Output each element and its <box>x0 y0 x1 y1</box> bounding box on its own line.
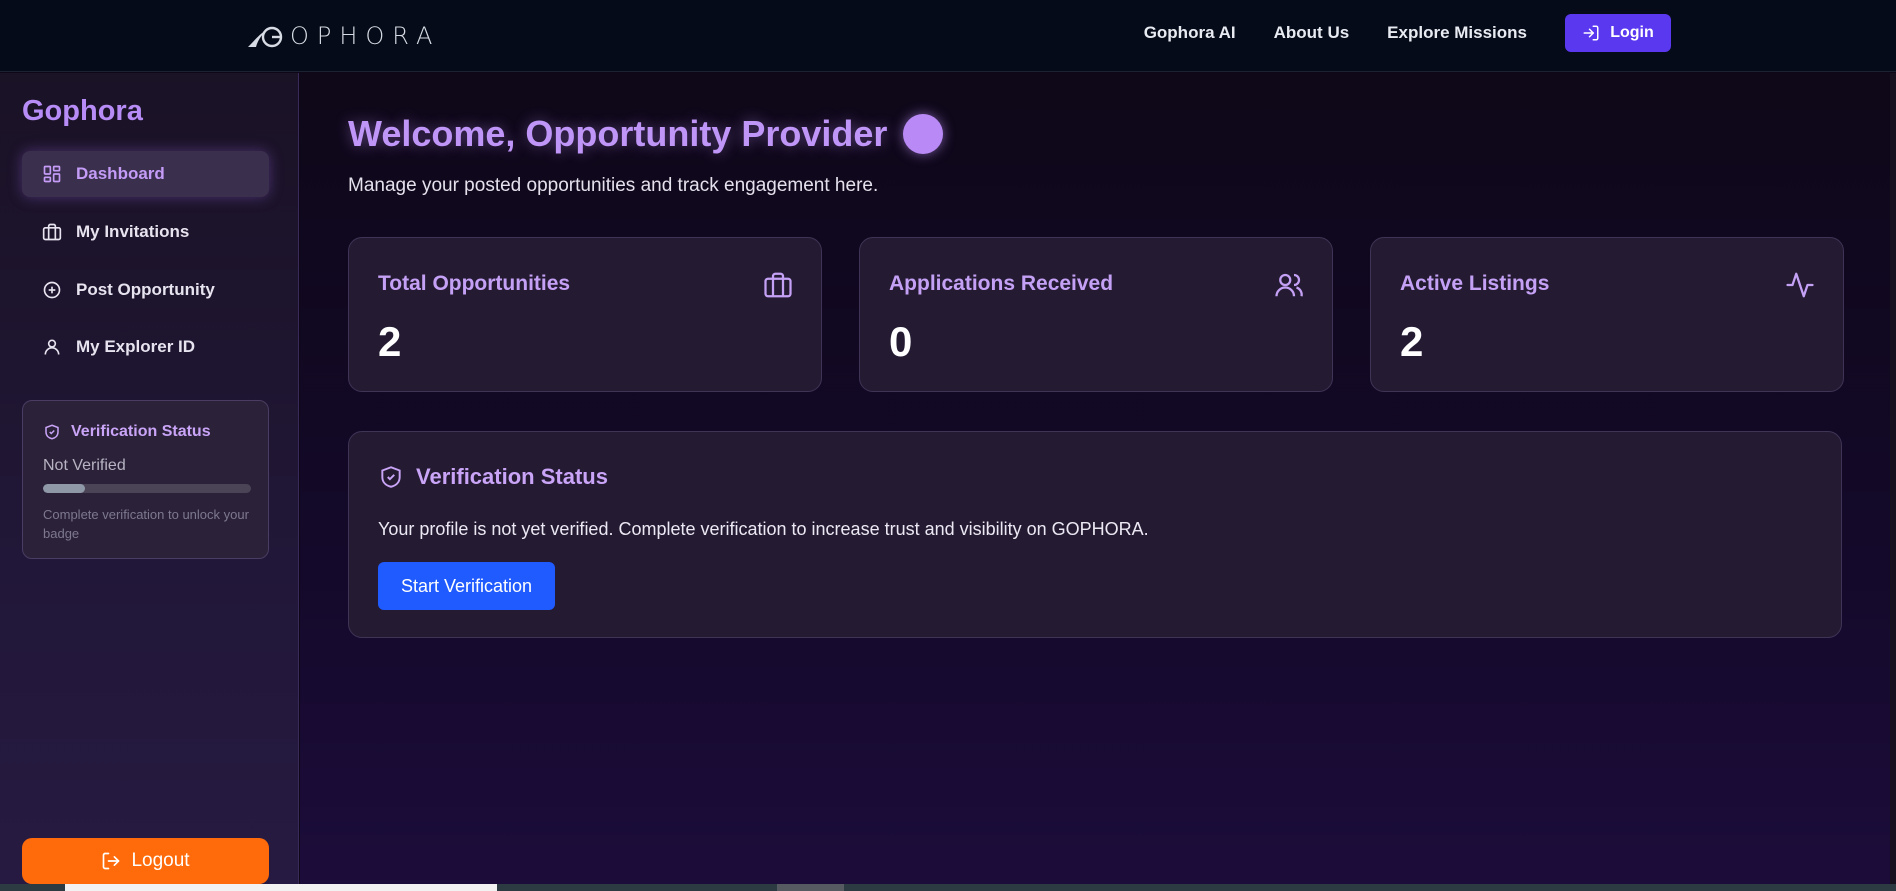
logout-button[interactable]: Logout <box>22 838 269 884</box>
stat-card-total-opportunities: Total Opportunities 2 <box>348 237 822 392</box>
sidebar-item-post-opportunity[interactable]: Post Opportunity <box>22 267 269 313</box>
shield-check-icon <box>45 424 59 440</box>
sidebar-item-my-explorer-id[interactable]: My Explorer ID <box>22 324 269 370</box>
login-label: Login <box>1610 24 1654 41</box>
briefcase-icon <box>764 272 792 298</box>
verification-title-text: Verification Status <box>71 423 211 440</box>
plus-circle-icon <box>43 281 61 299</box>
strip-segment <box>777 884 844 891</box>
sidebar-verification-card: Verification Status Not Verified Complet… <box>22 400 269 559</box>
stat-value: 0 <box>889 318 913 365</box>
verification-progress-fill <box>43 484 85 493</box>
stat-label: Active Listings <box>1400 272 1550 295</box>
activity-icon <box>1786 272 1814 298</box>
nav-link-gophora-ai[interactable]: Gophora AI <box>1144 23 1236 43</box>
dashboard-icon <box>43 165 61 183</box>
stat-card-applications-received: Applications Received 0 <box>859 237 1333 392</box>
verification-hint: Complete verification to unlock your bad… <box>43 507 249 541</box>
main-content: Welcome, Opportunity Provider Manage you… <box>300 73 1896 891</box>
sidebar-item-label: Dashboard <box>76 164 165 183</box>
users-icon <box>1275 273 1303 297</box>
login-icon <box>1583 25 1599 41</box>
user-icon <box>44 339 60 355</box>
strip-segment <box>0 884 65 891</box>
sidebar-brand: Gophora <box>22 95 143 127</box>
briefcase-icon <box>42 223 62 241</box>
verification-card-title-text: Verification Status <box>416 464 608 489</box>
verification-state: Not Verified <box>43 457 126 474</box>
nav-link-about-us[interactable]: About Us <box>1274 23 1350 43</box>
sidebar-item-label: My Invitations <box>76 222 190 241</box>
logout-icon <box>103 852 120 870</box>
sidebar-item-label: My Explorer ID <box>76 337 196 356</box>
strip-segment <box>65 884 497 891</box>
nav-link-explore-missions[interactable]: Explore Missions <box>1387 23 1527 43</box>
bottom-taskbar-strip <box>0 884 1896 891</box>
stat-label: Applications Received <box>889 272 1114 295</box>
shield-check-icon <box>381 466 401 488</box>
sidebar-item-label: Post Opportunity <box>76 280 215 299</box>
logout-label: Logout <box>131 850 190 871</box>
stat-value: 2 <box>1400 318 1424 365</box>
start-verification-button[interactable]: Start Verification <box>378 562 555 610</box>
scrollbar[interactable] <box>1890 73 1896 884</box>
logo-text: OPHORA <box>290 22 441 50</box>
stat-value: 2 <box>378 318 402 365</box>
verification-card: Verification Status Your profile is not … <box>348 431 1842 638</box>
verification-title: Verification Status <box>43 423 211 441</box>
sidebar-item-my-invitations[interactable]: My Invitations <box>22 209 269 255</box>
stat-card-active-listings: Active Listings 2 <box>1370 237 1844 392</box>
page-title: Welcome, Opportunity Provider <box>348 113 944 155</box>
verification-progress-bar <box>43 484 251 493</box>
gophora-logo[interactable]: OPHORA <box>246 20 440 52</box>
page-subtitle: Manage your posted opportunities and tra… <box>348 175 879 196</box>
top-navbar: OPHORA Gophora AI About Us Explore Missi… <box>0 0 1896 72</box>
logo-mark-icon <box>248 26 283 48</box>
sidebar: Gophora Dashboard My Invitations Post Op… <box>0 73 299 891</box>
wave-hand-icon <box>903 114 944 154</box>
verification-card-text: Your profile is not yet verified. Comple… <box>378 519 1149 539</box>
login-button[interactable]: Login <box>1565 14 1671 52</box>
verification-card-title: Verification Status <box>378 464 608 490</box>
top-nav: Gophora AI About Us Explore Missions Log… <box>1144 14 1671 52</box>
stat-label: Total Opportunities <box>378 272 571 295</box>
welcome-heading: Welcome, Opportunity Provider <box>348 113 888 154</box>
sidebar-item-dashboard[interactable]: Dashboard <box>22 151 269 197</box>
